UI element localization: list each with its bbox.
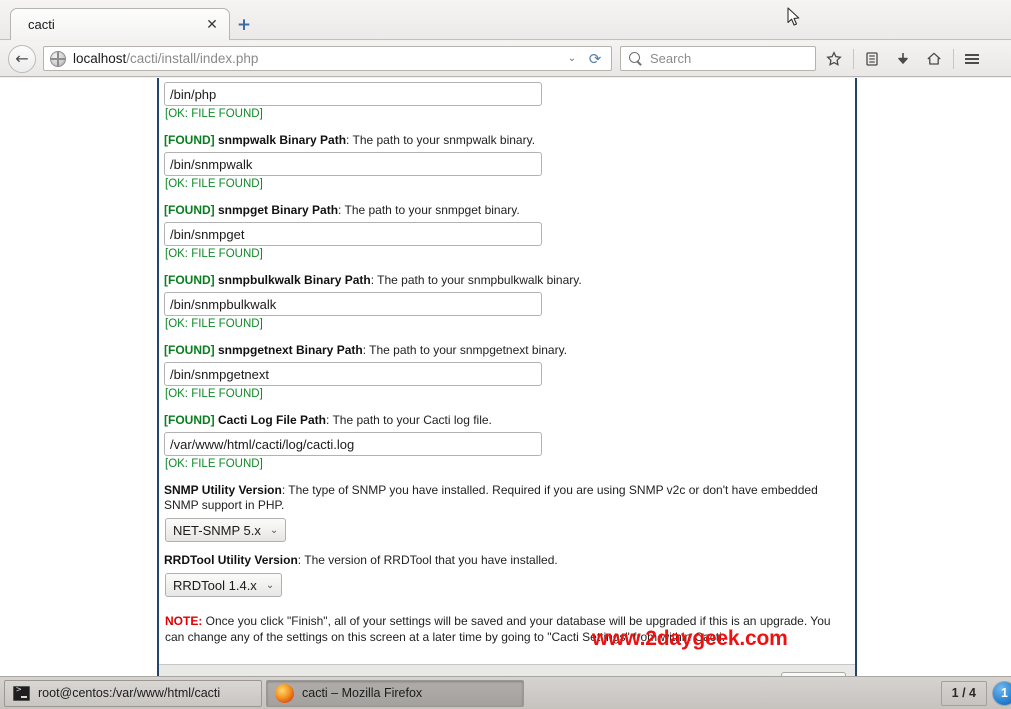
cacti-install-form: [OK: FILE FOUND] [FOUND] snmpwalk Binary… xyxy=(157,78,857,676)
field-name: snmpwalk Binary Path xyxy=(218,133,347,147)
field-name: snmpbulkwalk Binary Path xyxy=(218,273,371,287)
chevron-down-icon[interactable]: ⌄ xyxy=(563,47,581,70)
snmp-utility-version-select[interactable]: NET-SNMP 5.x ⌄ xyxy=(165,518,287,542)
snmpgetnext-binary-path-label: [FOUND] snmpgetnext Binary Path: The pat… xyxy=(162,343,852,358)
snmpbulkwalk-binary-path-input[interactable] xyxy=(164,292,542,316)
desktop-taskbar: root@centos:/var/www/html/cacti cacti – … xyxy=(0,676,1011,709)
snmpwalk-binary-path-status: [OK: FILE FOUND] xyxy=(165,178,263,190)
field-desc: : The path to your snmpwalk binary. xyxy=(346,133,536,147)
cacti-form-body: [OK: FILE FOUND] [FOUND] snmpwalk Binary… xyxy=(159,82,855,654)
selected-value: RRDTool 1.4.x xyxy=(173,577,257,593)
firefox-icon xyxy=(275,683,294,703)
snmpbulkwalk-binary-path-status: [OK: FILE FOUND] xyxy=(165,318,263,330)
field-desc: : The version of RRDTool that you have i… xyxy=(297,553,558,567)
snmpgetnext-binary-path-input[interactable] xyxy=(164,362,542,386)
navigation-bar: ← localhost/cacti/install/index.php ⌄ ⟳ … xyxy=(0,41,1011,77)
toolbar-separator-2 xyxy=(953,48,954,69)
snmpbulkwalk-binary-path-label: [FOUND] snmpbulkwalk Binary Path: The pa… xyxy=(162,273,852,288)
snmpget-binary-path-label: [FOUND] snmpget Binary Path: The path to… xyxy=(162,203,852,218)
taskbar-item-label: root@centos:/var/www/html/cacti xyxy=(38,686,221,700)
found-tag: [FOUND] xyxy=(164,203,215,217)
site-watermark: www.2daygeek.com xyxy=(592,627,788,650)
snmpget-binary-path-status: [OK: FILE FOUND] xyxy=(165,248,263,260)
field-name: RRDTool Utility Version xyxy=(164,553,298,567)
note-label: NOTE: xyxy=(165,614,203,628)
cacti-log-file-path-input[interactable] xyxy=(164,432,542,456)
globe-icon xyxy=(50,50,66,67)
mouse-cursor xyxy=(787,7,801,27)
cacti-log-file-path-status: [OK: FILE FOUND] xyxy=(165,458,263,470)
search-icon xyxy=(629,51,643,66)
tab-strip: cacti ✕ + xyxy=(0,0,1011,40)
tab-title: cacti xyxy=(28,17,55,32)
rrdtool-utility-version-label: RRDTool Utility Version: The version of … xyxy=(162,553,852,568)
selected-value: NET-SNMP 5.x xyxy=(173,522,261,538)
reload-icon[interactable]: ⟳ xyxy=(585,47,605,70)
field-name: snmpgetnext Binary Path xyxy=(218,343,363,357)
found-tag: [FOUND] xyxy=(164,413,215,427)
browser-tab-cacti[interactable]: cacti ✕ xyxy=(10,8,230,40)
php-binary-path-input[interactable] xyxy=(164,82,542,106)
address-bar-text: localhost/cacti/install/index.php xyxy=(66,51,258,66)
workspace-indicator[interactable]: 1 / 4 xyxy=(940,680,987,706)
system-tray: 1 / 4 1 xyxy=(940,680,1011,706)
library-icon[interactable] xyxy=(859,46,885,72)
new-tab-icon[interactable]: + xyxy=(233,14,255,36)
field-name: snmpget Binary Path xyxy=(218,203,339,217)
field-desc: : The path to your snmpget binary. xyxy=(338,203,520,217)
toolbar-separator-1 xyxy=(853,48,854,69)
snmpwalk-binary-path-label: [FOUND] snmpwalk Binary Path: The path t… xyxy=(162,133,852,148)
field-desc: : The path to your Cacti log file. xyxy=(326,413,492,427)
cacti-log-file-path-label: [FOUND] Cacti Log File Path: The path to… xyxy=(162,413,852,428)
field-desc: : The path to your snmpbulkwalk binary. xyxy=(370,273,582,287)
terminal-icon xyxy=(13,685,30,701)
php-binary-path-status: [OK: FILE FOUND] xyxy=(165,108,263,120)
hamburger-menu-icon[interactable] xyxy=(959,46,985,72)
taskbar-item-terminal[interactable]: root@centos:/var/www/html/cacti xyxy=(4,679,262,707)
snmpgetnext-binary-path-status: [OK: FILE FOUND] xyxy=(165,388,263,400)
search-input[interactable]: Search xyxy=(620,46,816,71)
taskbar-item-label: cacti – Mozilla Firefox xyxy=(302,686,423,700)
rrdtool-utility-version-select[interactable]: RRDTool 1.4.x ⌄ xyxy=(165,573,283,597)
field-desc: : The path to your snmpgetnext binary. xyxy=(362,343,568,357)
notification-badge[interactable]: 1 xyxy=(992,680,1011,706)
bookmark-star-icon[interactable] xyxy=(821,46,847,72)
chevron-down-icon: ⌄ xyxy=(269,524,279,536)
snmpget-binary-path-input[interactable] xyxy=(164,222,542,246)
found-tag: [FOUND] xyxy=(164,343,215,357)
field-name: SNMP Utility Version xyxy=(164,483,282,497)
snmp-utility-version-label: SNMP Utility Version: The type of SNMP y… xyxy=(162,483,852,513)
chevron-down-icon: ⌄ xyxy=(265,579,275,591)
close-icon[interactable]: ✕ xyxy=(201,14,223,36)
browser-window: cacti ✕ + ← localhost/cacti/install/inde… xyxy=(0,0,1011,676)
found-tag: [FOUND] xyxy=(164,273,215,287)
snmpwalk-binary-path-input[interactable] xyxy=(164,152,542,176)
field-name: Cacti Log File Path xyxy=(218,413,327,427)
page-viewport: [OK: FILE FOUND] [FOUND] snmpwalk Binary… xyxy=(0,78,1011,676)
downloads-icon[interactable] xyxy=(890,46,916,72)
found-tag: [FOUND] xyxy=(164,133,215,147)
home-icon[interactable] xyxy=(921,46,947,72)
address-bar[interactable]: localhost/cacti/install/index.php ⌄ ⟳ xyxy=(43,46,612,71)
url-host: localhost xyxy=(73,51,127,66)
search-placeholder: Search xyxy=(650,51,692,66)
form-footer: Finish xyxy=(159,664,855,676)
taskbar-item-firefox[interactable]: cacti – Mozilla Firefox xyxy=(266,679,524,707)
url-path: /cacti/install/index.php xyxy=(126,51,259,66)
back-arrow-icon[interactable]: ← xyxy=(8,44,36,73)
